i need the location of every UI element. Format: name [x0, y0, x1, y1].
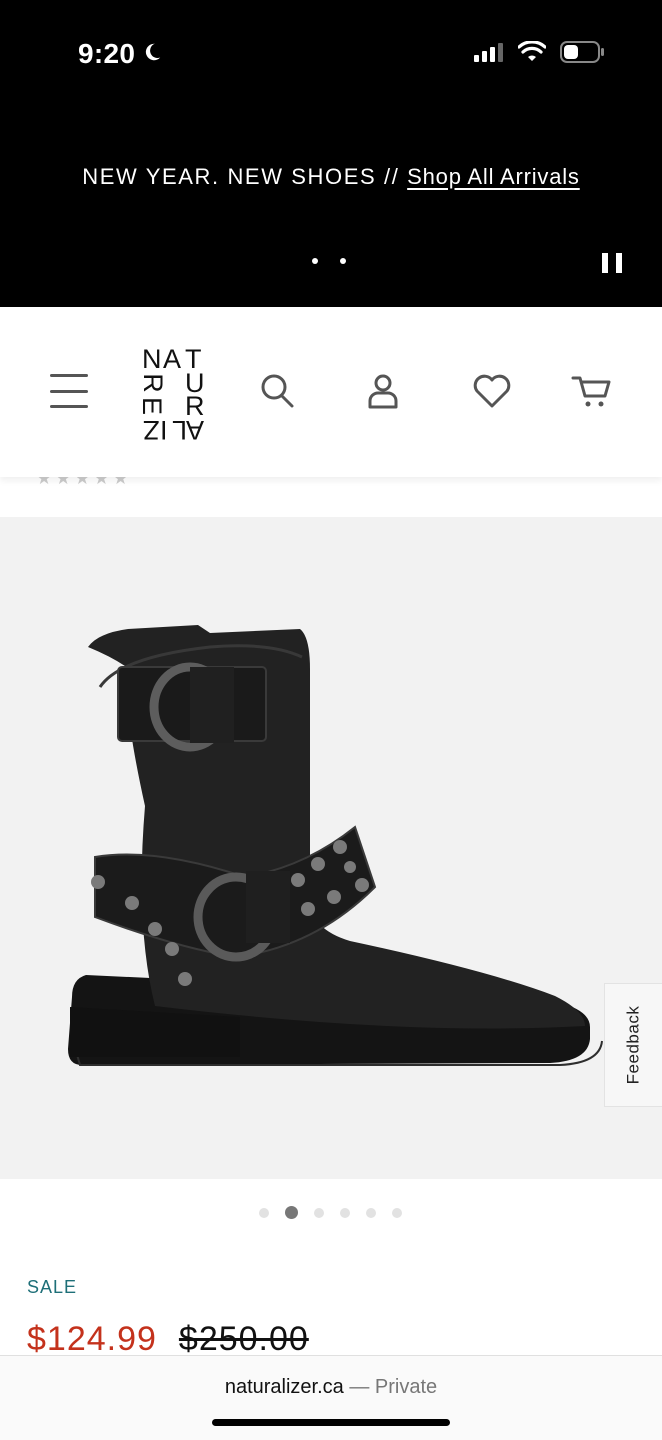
promo-text: NEW YEAR. NEW SHOES // — [82, 164, 408, 189]
sale-label: SALE — [27, 1277, 78, 1297]
feedback-label: Feedback — [623, 1005, 643, 1085]
status-time: 9:20 — [78, 38, 163, 70]
status-time-text: 9:20 — [78, 38, 136, 69]
logo-letter: R — [137, 373, 168, 394]
pause-bar — [602, 253, 608, 273]
boot-illustration — [68, 625, 603, 1066]
cart-icon[interactable] — [570, 369, 614, 413]
price-row: $124.99 $250.00 — [27, 1320, 309, 1359]
top-banner-area: 9:20 NEW YEAR. NEW SHOES // Shop All Arr… — [0, 0, 662, 307]
battery-icon — [560, 40, 604, 69]
promo-carousel-dots[interactable] — [312, 258, 346, 264]
status-indicators — [474, 40, 604, 69]
pause-bar — [616, 253, 622, 273]
shop-all-arrivals-link[interactable]: Shop All Arrivals — [407, 164, 580, 189]
original-price: $250.00 — [178, 1320, 309, 1358]
pause-button[interactable] — [602, 253, 622, 273]
logo-letter: A — [163, 344, 183, 374]
logo-letter: A — [185, 415, 205, 445]
promo-banner: NEW YEAR. NEW SHOES // Shop All Arrivals — [0, 164, 662, 190]
url-display[interactable]: naturalizer.ca — Private — [0, 1376, 662, 1399]
wifi-icon — [517, 40, 547, 68]
logo-letter: Z — [142, 415, 160, 445]
sale-price: $124.99 — [27, 1320, 157, 1358]
carousel-dot[interactable] — [259, 1207, 269, 1218]
url-separator: — — [343, 1376, 375, 1398]
carousel-dot-active[interactable] — [285, 1206, 298, 1219]
logo-letter: E — [137, 396, 168, 417]
carousel-dot[interactable] — [366, 1207, 376, 1218]
private-mode-label: Private — [374, 1376, 438, 1398]
menu-icon[interactable] — [50, 374, 88, 408]
image-carousel-dots — [259, 1206, 402, 1219]
logo-letter: I — [159, 415, 168, 445]
logo-letter: L — [171, 415, 188, 445]
promo-dot[interactable] — [340, 258, 346, 264]
product-image[interactable] — [0, 517, 662, 1179]
moon-icon — [141, 38, 163, 70]
home-indicator[interactable] — [212, 1419, 450, 1426]
carousel-dot[interactable] — [314, 1207, 324, 1218]
naturalizer-logo[interactable]: N A T U R A L I Z E R — [137, 344, 208, 446]
site-header: N A T U R A L I Z E R — [0, 307, 662, 477]
logo-letter: N — [142, 344, 163, 374]
heart-icon[interactable] — [470, 369, 514, 413]
promo-dot[interactable] — [312, 258, 318, 264]
account-icon[interactable] — [362, 369, 406, 413]
carousel-dot[interactable] — [392, 1207, 402, 1218]
search-icon[interactable] — [256, 369, 300, 413]
carousel-dot[interactable] — [340, 1207, 350, 1218]
url-domain: naturalizer.ca — [224, 1376, 344, 1398]
cellular-signal-icon — [474, 42, 504, 67]
browser-bottom-bar: naturalizer.ca — Private — [0, 1355, 662, 1440]
feedback-tab[interactable]: Feedback — [604, 983, 662, 1107]
